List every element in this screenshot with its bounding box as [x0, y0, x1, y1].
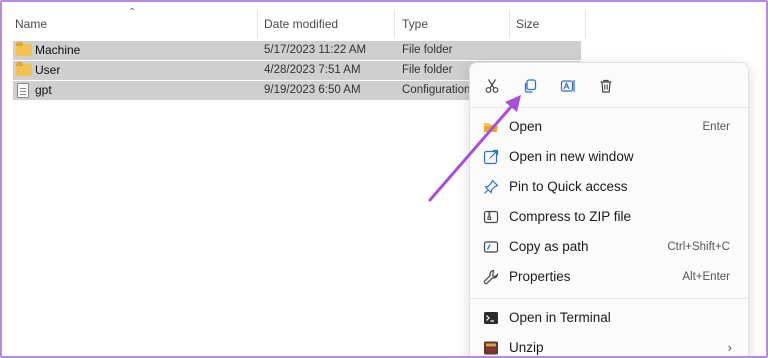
chevron-right-icon: ›: [727, 340, 732, 355]
rename-icon: [560, 80, 575, 92]
menu-item-open-new-window[interactable]: Open in new window: [470, 143, 748, 171]
delete-button[interactable]: [593, 73, 619, 99]
menu-item-shortcut: Enter: [702, 121, 731, 133]
file-name: Machine: [35, 43, 81, 57]
file-date: 9/19/2023 6:50 AM: [264, 84, 361, 96]
file-type: File folder: [402, 64, 453, 76]
file-type: File folder: [402, 44, 453, 56]
menu-item-open-terminal[interactable]: Open in Terminal: [470, 304, 748, 332]
explorer-window: ⌃ Name Date modified Type Size Machine 5…: [0, 0, 768, 358]
copy-icon: [524, 79, 537, 93]
unzip-icon: [483, 340, 499, 356]
file-row[interactable]: Machine 5/17/2023 11:22 AM File folder: [13, 41, 581, 60]
file-type: Configuration: [402, 84, 471, 96]
menu-item-label: Open in Terminal: [509, 310, 611, 325]
menu-divider: [470, 107, 748, 108]
folder-icon: [16, 42, 32, 56]
external-window-icon: [483, 149, 499, 165]
rename-button[interactable]: [555, 73, 581, 99]
folder-open-icon: [483, 119, 499, 135]
file-name: gpt: [35, 83, 52, 97]
menu-item-copy-as-path[interactable]: Copy as path Ctrl+Shift+C: [470, 233, 748, 261]
menu-divider: [470, 298, 748, 299]
menu-item-label: Copy as path: [509, 239, 589, 254]
column-header: ⌃ Name Date modified Type Size: [2, 2, 592, 40]
file-date: 4/28/2023 7:51 AM: [264, 64, 361, 76]
menu-item-label: Open: [509, 119, 543, 134]
column-type[interactable]: Type: [402, 15, 428, 33]
delete-icon: [600, 79, 612, 93]
menu-item-label: Unzip: [509, 340, 544, 355]
column-name[interactable]: Name: [15, 15, 47, 33]
menu-item-label: Compress to ZIP file: [509, 209, 632, 224]
path-icon: [483, 239, 499, 255]
context-menu: Open Enter Open in new window Pin to Qui…: [469, 62, 749, 356]
terminal-icon: [483, 310, 499, 326]
pin-icon: [483, 179, 499, 195]
menu-item-pin-quick-access[interactable]: Pin to Quick access: [470, 173, 748, 201]
menu-item-properties[interactable]: Properties Alt+Enter: [470, 263, 748, 291]
folder-icon: [16, 62, 32, 76]
column-divider[interactable]: [257, 10, 258, 38]
column-divider[interactable]: [394, 10, 395, 38]
file-icon: [17, 83, 29, 98]
menu-item-shortcut: Alt+Enter: [682, 271, 730, 283]
file-date: 5/17/2023 11:22 AM: [264, 44, 367, 56]
column-size[interactable]: Size: [516, 15, 539, 33]
menu-item-shortcut: Ctrl+Shift+C: [667, 241, 730, 253]
cut-button[interactable]: [479, 73, 505, 99]
column-divider[interactable]: [585, 10, 586, 38]
cut-icon: [485, 79, 499, 93]
zip-icon: [483, 209, 499, 225]
menu-item-compress-zip[interactable]: Compress to ZIP file: [470, 203, 748, 231]
file-name: User: [35, 63, 61, 77]
menu-item-label: Pin to Quick access: [509, 179, 628, 194]
context-menu-toolbar: [470, 63, 748, 107]
menu-item-unzip[interactable]: Unzip ›: [470, 334, 748, 356]
sort-ascending-icon: ⌃: [128, 7, 137, 18]
menu-item-label: Properties: [509, 269, 571, 284]
column-date-modified[interactable]: Date modified: [264, 15, 338, 33]
menu-item-label: Open in new window: [509, 149, 634, 164]
menu-item-open[interactable]: Open Enter: [470, 113, 748, 141]
column-divider[interactable]: [509, 10, 510, 38]
copy-button[interactable]: [517, 73, 543, 99]
wrench-icon: [483, 269, 499, 285]
